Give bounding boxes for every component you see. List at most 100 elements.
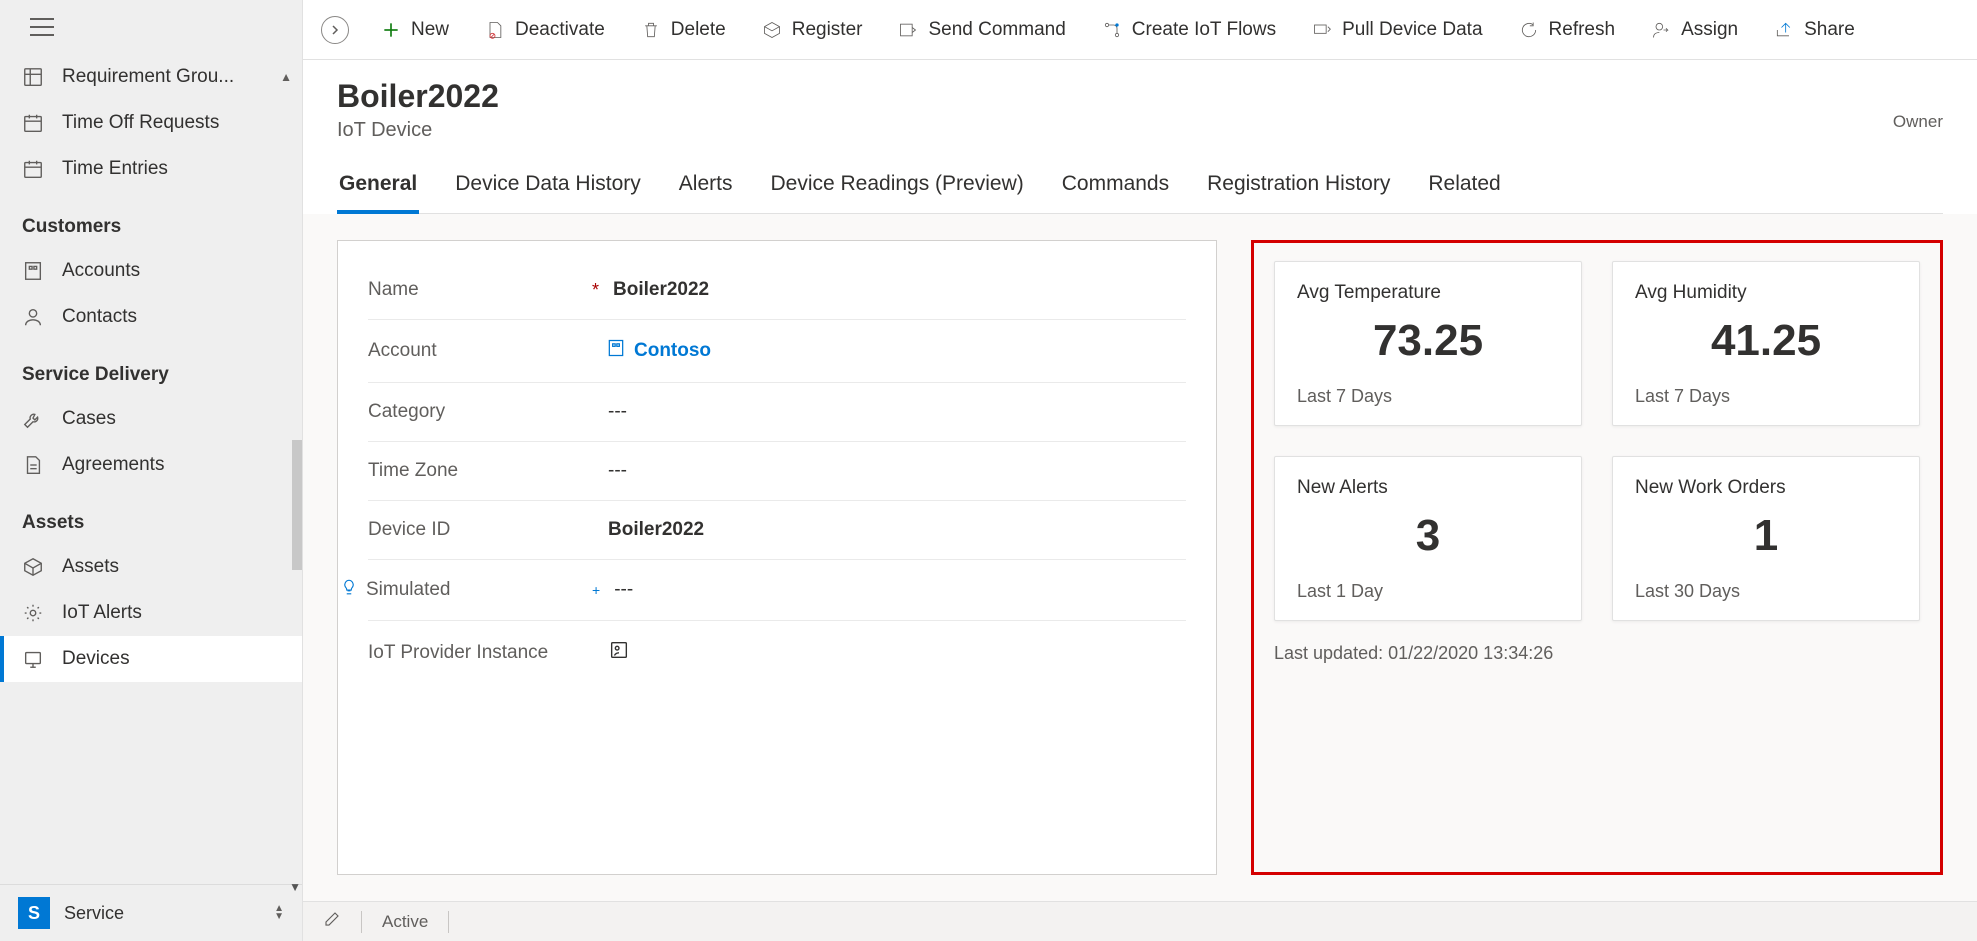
sidebar-item-requirement-groups[interactable]: Requirement Grou...	[0, 54, 302, 100]
metric-period: Last 7 Days	[1635, 386, 1897, 407]
entity-type-label: IoT Device	[337, 119, 1943, 142]
sidebar-item-time-entries[interactable]: Time Entries	[0, 146, 302, 192]
person-icon	[22, 306, 44, 328]
field-label-simulated: Simulated	[368, 578, 618, 602]
edit-icon[interactable]	[323, 910, 341, 933]
service-badge-icon: S	[18, 897, 50, 929]
metric-title: New Work Orders	[1635, 477, 1897, 499]
field-value-simulated[interactable]: ---	[614, 579, 633, 601]
cmd-label: Delete	[671, 19, 726, 41]
field-label-account: Account	[368, 340, 618, 362]
pull-device-data-button[interactable]: Pull Device Data	[1296, 9, 1498, 51]
metric-card-new-work-orders[interactable]: New Work Orders 1 Last 30 Days	[1612, 456, 1920, 621]
metric-card-new-alerts[interactable]: New Alerts 3 Last 1 Day	[1274, 456, 1582, 621]
sidebar-item-label: Devices	[62, 648, 130, 670]
share-button[interactable]: Share	[1758, 9, 1871, 51]
chevron-down-icon[interactable]: ▼	[289, 880, 301, 894]
device-icon	[22, 648, 44, 670]
provider-icon	[608, 639, 630, 667]
field-value-timezone[interactable]: ---	[608, 460, 627, 482]
area-switcher[interactable]: S Service ▲▼	[0, 884, 302, 941]
send-command-button[interactable]: Send Command	[882, 9, 1081, 51]
tab-alerts[interactable]: Alerts	[677, 166, 735, 213]
sidebar-item-iot-alerts[interactable]: IoT Alerts	[0, 590, 302, 636]
tab-commands[interactable]: Commands	[1060, 166, 1171, 213]
flow-icon	[1102, 20, 1122, 40]
chevron-updown-icon: ▲▼	[274, 905, 284, 921]
sidebar-item-cases[interactable]: Cases	[0, 396, 302, 442]
send-icon	[898, 20, 918, 40]
sidebar-heading-service-delivery: Service Delivery	[0, 350, 302, 396]
sidebar-item-contacts[interactable]: Contacts	[0, 294, 302, 340]
cmd-label: Register	[792, 19, 863, 41]
field-value-name[interactable]: Boiler2022	[613, 279, 709, 301]
status-active[interactable]: Active	[382, 912, 428, 932]
calendar-icon	[22, 112, 44, 134]
sidebar-item-label: Contacts	[62, 306, 137, 328]
divider	[448, 911, 449, 933]
new-button[interactable]: New	[365, 9, 465, 51]
share-icon	[1774, 20, 1794, 40]
go-back-button[interactable]	[321, 16, 349, 44]
chevron-up-icon[interactable]: ▲	[280, 70, 292, 84]
sidebar-item-label: Time Off Requests	[62, 112, 219, 134]
cmd-label: Deactivate	[515, 19, 605, 41]
cmd-label: Create IoT Flows	[1132, 19, 1276, 41]
assign-icon	[1651, 20, 1671, 40]
cmd-label: Share	[1804, 19, 1855, 41]
cmd-label: Pull Device Data	[1342, 19, 1482, 41]
scrollbar-thumb[interactable]	[292, 440, 302, 570]
command-bar: New Deactivate Delete Register Send Comm…	[303, 0, 1977, 60]
building-icon	[606, 338, 626, 364]
metric-value: 1	[1635, 511, 1897, 561]
last-updated-text: Last updated: 01/22/2020 13:34:26	[1274, 643, 1920, 664]
lightbulb-icon	[340, 578, 358, 602]
field-value-account[interactable]: Contoso	[606, 338, 711, 364]
deactivate-button[interactable]: Deactivate	[469, 9, 621, 51]
metric-card-avg-humidity[interactable]: Avg Humidity 41.25 Last 7 Days	[1612, 261, 1920, 426]
metric-title: Avg Temperature	[1297, 282, 1559, 304]
sidebar-item-time-off-requests[interactable]: Time Off Requests	[0, 100, 302, 146]
sidebar-item-devices[interactable]: Devices	[0, 636, 302, 682]
sidebar-item-assets[interactable]: Assets	[0, 544, 302, 590]
metric-value: 41.25	[1635, 316, 1897, 366]
metric-value: 3	[1297, 511, 1559, 561]
field-value-iot-provider[interactable]	[608, 639, 630, 667]
field-label-name: Name	[368, 279, 618, 301]
delete-button[interactable]: Delete	[625, 9, 742, 51]
field-value-deviceid[interactable]: Boiler2022	[608, 519, 704, 541]
assign-button[interactable]: Assign	[1635, 9, 1754, 51]
hamburger-icon[interactable]	[30, 18, 54, 36]
tab-registration-history[interactable]: Registration History	[1205, 166, 1392, 213]
pull-icon	[1312, 20, 1332, 40]
field-label-iot-provider: IoT Provider Instance	[368, 642, 618, 664]
sidebar-item-label: IoT Alerts	[62, 602, 142, 624]
sidebar-item-label: Accounts	[62, 260, 140, 282]
form-panel: Name * Boiler2022 Account Contoso Catego…	[337, 240, 1217, 875]
tabs: General Device Data History Alerts Devic…	[337, 166, 1943, 214]
sidebar-item-accounts[interactable]: Accounts	[0, 248, 302, 294]
record-header: Boiler2022 IoT Device Owner General Devi…	[303, 60, 1977, 214]
tab-device-readings[interactable]: Device Readings (Preview)	[768, 166, 1025, 213]
tab-device-data-history[interactable]: Device Data History	[453, 166, 643, 213]
field-value-category[interactable]: ---	[608, 401, 627, 423]
box-icon	[22, 556, 44, 578]
sidebar-item-agreements[interactable]: Agreements	[0, 442, 302, 488]
sidebar-item-label: Assets	[62, 556, 119, 578]
register-button[interactable]: Register	[746, 9, 879, 51]
field-label-category: Category	[368, 401, 618, 423]
page-title: Boiler2022	[337, 78, 1943, 115]
owner-label: Owner	[1893, 112, 1943, 132]
box-icon	[762, 20, 782, 40]
metric-card-avg-temperature[interactable]: Avg Temperature 73.25 Last 7 Days	[1274, 261, 1582, 426]
metric-period: Last 7 Days	[1297, 386, 1559, 407]
trash-icon	[641, 20, 661, 40]
building-icon	[22, 260, 44, 282]
tab-general[interactable]: General	[337, 166, 419, 214]
tab-related[interactable]: Related	[1426, 166, 1502, 213]
status-bar: Active	[303, 901, 1977, 941]
simulated-label-text: Simulated	[366, 579, 451, 601]
refresh-button[interactable]: Refresh	[1503, 9, 1632, 51]
create-iot-flows-button[interactable]: Create IoT Flows	[1086, 9, 1292, 51]
sidebar-item-label: Cases	[62, 408, 116, 430]
